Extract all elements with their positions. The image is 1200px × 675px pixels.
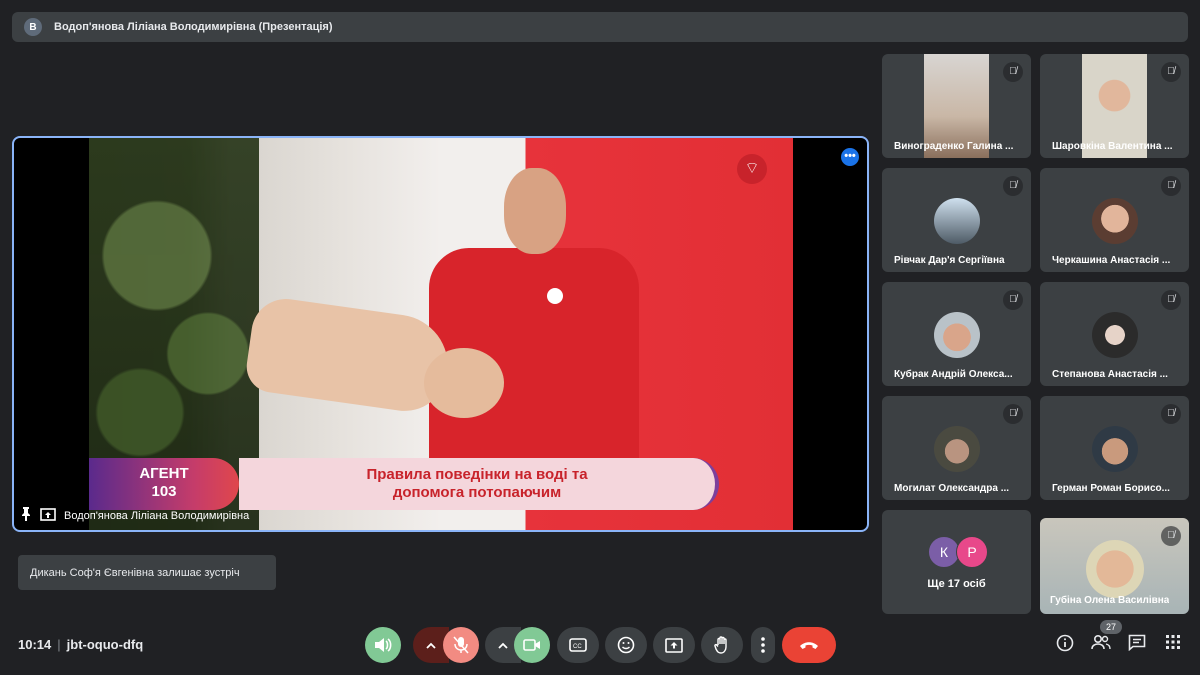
participant-tile[interactable]: 🎙̸ Черкашина Анастасія ... — [1040, 168, 1189, 272]
participant-tile[interactable]: 🎙̸ Степанова Анастасія ... — [1040, 282, 1189, 386]
participant-avatar — [1085, 540, 1144, 598]
presentation-title: Водоп'янова Ліліана Володимирівна (Презе… — [54, 21, 333, 33]
mic-off-icon: 🎙̸ — [1161, 62, 1181, 82]
presentation-stage[interactable]: ⌔ АГЕНТ 103 Правила поведінки на воді та… — [12, 136, 869, 532]
participant-tile[interactable]: 🎙̸ Винограденко Галина ... — [882, 54, 1031, 158]
presenter-avatar: В — [24, 18, 42, 36]
agent-line1: АГЕНТ — [139, 465, 189, 482]
video-lower-third: АГЕНТ 103 Правила поведінки на воді та д… — [89, 458, 793, 510]
participant-avatar — [1091, 426, 1138, 472]
mic-off-icon: 🎙̸ — [1003, 62, 1023, 82]
participant-name: Шаровкіна Валентина ... — [1052, 141, 1173, 152]
participant-avatar-r: Р — [956, 536, 988, 568]
mic-off-button[interactable] — [443, 627, 479, 663]
mic-off-icon: 🎙̸ — [1161, 290, 1181, 310]
participant-name: Герман Роман Борисо... — [1052, 483, 1170, 494]
participant-tile[interactable]: 🎙̸ Кубрак Андрій Олекса... — [882, 282, 1031, 386]
participant-name: Могилат Олександра ... — [894, 483, 1010, 494]
presentation-bar[interactable]: В Водоп'янова Ліліана Володимирівна (Пре… — [12, 12, 1188, 42]
present-screen-icon[interactable] — [40, 507, 56, 524]
video-title-line2: допомога потопаючим — [392, 484, 562, 501]
participant-avatar — [933, 426, 980, 472]
mic-off-icon: 🎙̸ — [1161, 526, 1181, 546]
video-title-line1: Правила поведінки на воді та — [366, 466, 588, 483]
participant-tile[interactable]: 🎙̸ Герман Роман Борисо... — [1040, 396, 1189, 500]
participant-name: Винограденко Галина ... — [894, 141, 1014, 152]
participant-count-badge: 27 — [1100, 620, 1122, 634]
participant-name: Губіна Олена Василівна — [1050, 595, 1170, 606]
mic-off-icon: 🎙̸ — [1003, 404, 1023, 424]
leave-notification: Дикань Соф'я Євгенівна залишає зустріч — [18, 555, 276, 590]
stage-footer: Водоп'янова Ліліана Володимирівна — [20, 507, 249, 524]
people-icon[interactable] — [1090, 634, 1112, 656]
present-now-button[interactable] — [653, 627, 695, 663]
participant-name: Рівчак Дар'я Сергіївна — [894, 255, 1005, 266]
meeting-time: 10:14 — [18, 637, 52, 652]
more-participants-label: Ще 17 осіб — [927, 578, 986, 590]
participant-tile[interactable]: 🎙̸ Могилат Олександра ... — [882, 396, 1031, 500]
more-options-button[interactable] — [751, 627, 775, 663]
meeting-info: 10:14 | jbt-oquo-dfq — [18, 637, 143, 652]
broadcast-logo-icon: ⌔ — [737, 154, 767, 184]
meeting-code[interactable]: jbt-oquo-dfq — [67, 637, 144, 652]
participant-name: Кубрак Андрій Олекса... — [894, 369, 1013, 380]
agent-badge: АГЕНТ 103 — [89, 458, 239, 510]
leave-call-button[interactable] — [782, 627, 836, 663]
more-participants-avatars: К Р — [928, 536, 988, 568]
agent-line2: 103 — [151, 483, 177, 500]
mic-off-icon: 🎙̸ — [1003, 290, 1023, 310]
presentation-video: ⌔ АГЕНТ 103 Правила поведінки на воді та… — [89, 138, 793, 530]
participant-tile[interactable]: 🎙̸ Рівчак Дар'я Сергіївна — [882, 168, 1031, 272]
participant-tile[interactable]: 🎙̸ Губіна Олена Василівна — [1040, 518, 1189, 614]
cpr-manikin — [243, 294, 509, 418]
speaker-button[interactable] — [365, 627, 401, 663]
participant-tile[interactable]: 🎙̸ Шаровкіна Валентина ... — [1040, 54, 1189, 158]
mic-off-icon: 🎙̸ — [1161, 176, 1181, 196]
leave-notification-text: Дикань Соф'я Євгенівна залишає зустріч — [30, 566, 240, 579]
participant-avatar — [1091, 198, 1138, 244]
video-title: Правила поведінки на воді та допомога по… — [239, 458, 719, 510]
raise-hand-button[interactable] — [701, 627, 743, 663]
participant-avatar — [933, 312, 980, 358]
meeting-details-icon[interactable] — [1054, 634, 1076, 656]
camera-button[interactable] — [514, 627, 550, 663]
chat-icon[interactable] — [1126, 634, 1148, 656]
mic-off-icon: 🎙̸ — [1161, 404, 1181, 424]
participant-avatar — [933, 198, 980, 244]
stage-presenter-name: Водоп'янова Ліліана Володимирівна — [64, 509, 250, 522]
mic-off-icon: 🎙̸ — [1003, 176, 1023, 196]
participant-name: Степанова Анастасія ... — [1052, 369, 1168, 380]
more-options-icon[interactable]: ••• — [841, 148, 859, 166]
participant-name: Черкашина Анастасія ... — [1052, 255, 1171, 266]
activities-icon[interactable] — [1162, 634, 1184, 656]
meeting-separator: | — [57, 637, 61, 652]
pin-icon[interactable] — [20, 507, 32, 524]
more-participants-tile[interactable]: К Р Ще 17 осіб — [882, 510, 1031, 614]
captions-button[interactable]: CC — [557, 627, 599, 663]
emoji-button[interactable] — [605, 627, 647, 663]
svg-text:CC: CC — [573, 644, 582, 650]
participant-avatar — [1091, 312, 1138, 358]
